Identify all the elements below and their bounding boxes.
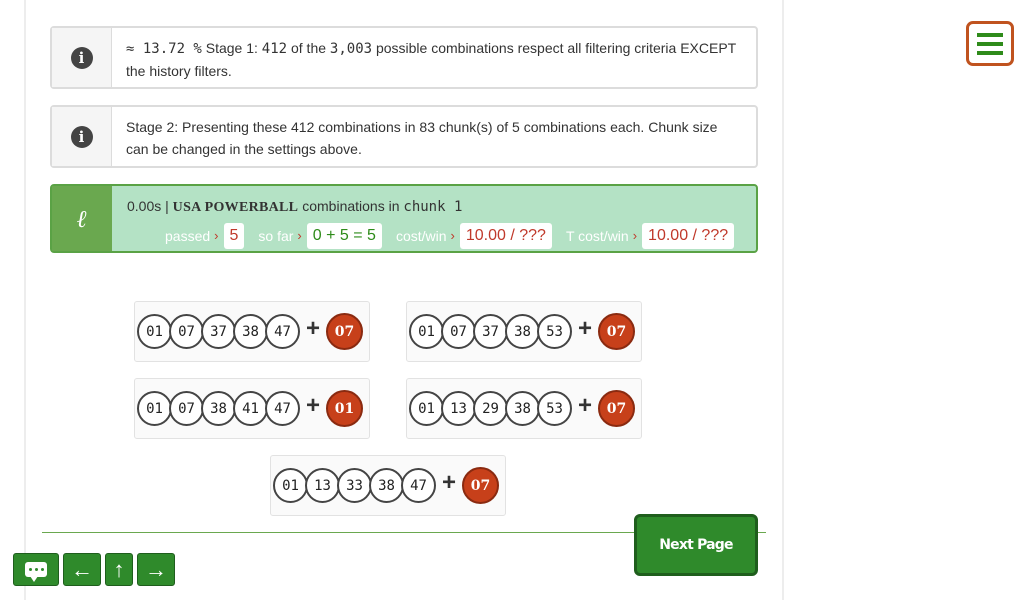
sofar-label: so far (258, 228, 294, 244)
number-ball: 37 (201, 314, 236, 349)
number-ball: 38 (369, 468, 404, 503)
chunk-status-box: ℓ 0.00s | USA POWERBALL combinations in … (50, 184, 758, 253)
number-ball: 13 (441, 391, 476, 426)
combination-card: 01 07 38 41 47 + 01 (134, 378, 370, 439)
chunk-label: chunk 1 (403, 199, 463, 215)
stage-marker-cell: ℓ (52, 186, 112, 251)
powerball: 07 (598, 313, 636, 350)
tcostwin-value: 10.00 / ??? (642, 223, 735, 249)
plus-sign: + (306, 392, 321, 419)
chunk-status-text: 0.00s | USA POWERBALL combinations in ch… (112, 186, 756, 251)
chat-icon (25, 562, 47, 582)
number-ball: 47 (265, 314, 300, 349)
chevron-right-icon: › (297, 228, 302, 243)
chat-button[interactable] (13, 553, 59, 586)
number-ball: 01 (137, 314, 172, 349)
stage2-info-box: i Stage 2: Presenting these 412 combinat… (50, 105, 758, 168)
plus-sign: + (578, 315, 593, 342)
number-ball: 41 (233, 391, 268, 426)
stage1-count: 412 (261, 41, 288, 57)
stage1-total: 3,003 (329, 41, 373, 57)
number-ball: 01 (137, 391, 172, 426)
number-ball: 38 (505, 314, 540, 349)
number-ball: 07 (441, 314, 476, 349)
powerball: 07 (462, 467, 500, 504)
stage1-info-box: i ≈ 13.72 % Stage 1: 412 of the 3,003 po… (50, 26, 758, 89)
costwin-label: cost/win (395, 228, 447, 244)
stage1-mid: of the (287, 40, 330, 56)
stage-marker-icon: ℓ (76, 203, 88, 233)
stage1-prefix: Stage 1: (201, 40, 262, 56)
number-ball: 13 (305, 468, 340, 503)
plus-sign: + (442, 469, 457, 496)
costwin-value: 10.00 / ??? (459, 223, 552, 249)
stage1-text: ≈ 13.72 % Stage 1: 412 of the 3,003 poss… (112, 28, 756, 87)
up-button[interactable]: ↑ (105, 553, 133, 586)
hamburger-menu-button[interactable] (966, 21, 1014, 66)
number-ball: 07 (169, 391, 204, 426)
menu-bar (977, 32, 1003, 37)
combination-card: 01 13 33 38 47 + 07 (270, 455, 506, 516)
tcostwin-label: T cost/win (565, 228, 629, 244)
number-ball: 47 (401, 468, 436, 503)
menu-bar (977, 41, 1003, 46)
number-ball: 33 (337, 468, 372, 503)
number-ball: 37 (473, 314, 508, 349)
back-button[interactable]: ← (63, 553, 101, 586)
number-ball: 47 (265, 391, 300, 426)
passed-value: 5 (223, 223, 245, 249)
number-ball: 38 (201, 391, 236, 426)
chunk-time: 0.00s | (127, 198, 173, 214)
number-ball: 38 (233, 314, 268, 349)
info-icon: i (70, 46, 93, 69)
number-ball: 07 (169, 314, 204, 349)
sofar-value: 0 + 5 = 5 (306, 223, 382, 249)
number-ball: 01 (409, 391, 444, 426)
chunk-stats: passed › 5 so far › 0 + 5 = 5 cost/win › 10.00… (127, 223, 752, 249)
info-icon-cell: i (52, 28, 112, 87)
number-ball: 38 (505, 391, 540, 426)
info-icon-cell: i (52, 107, 112, 166)
next-page-button[interactable]: Next Page (634, 514, 758, 576)
powerball: 07 (326, 313, 364, 350)
powerball: 01 (326, 390, 364, 427)
number-ball: 53 (537, 391, 572, 426)
stage2-text: Stage 2: Presenting these 412 combinatio… (126, 119, 718, 157)
menu-bar (977, 50, 1003, 55)
powerball: 07 (598, 390, 636, 427)
combination-card: 01 13 29 38 53 + 07 (406, 378, 642, 439)
chevron-right-icon: › (214, 228, 219, 243)
number-ball: 01 (273, 468, 308, 503)
number-ball: 29 (473, 391, 508, 426)
number-ball: 01 (409, 314, 444, 349)
stage1-approx: ≈ 13.72 % (126, 41, 202, 57)
plus-sign: + (578, 392, 593, 419)
chunk-mid: combinations in (298, 198, 404, 214)
plus-sign: + (306, 315, 321, 342)
chunk-title-line: 0.00s | USA POWERBALL combinations in ch… (127, 195, 752, 219)
forward-button[interactable]: → (137, 553, 175, 586)
passed-label: passed (165, 228, 211, 244)
chevron-right-icon: › (450, 228, 455, 243)
info-icon: i (70, 125, 93, 148)
number-ball: 53 (537, 314, 572, 349)
combination-card: 01 07 37 38 47 + 07 (134, 301, 370, 362)
game-name: USA POWERBALL (172, 200, 299, 215)
combination-card: 01 07 37 38 53 + 07 (406, 301, 642, 362)
chevron-right-icon: › (632, 228, 638, 243)
